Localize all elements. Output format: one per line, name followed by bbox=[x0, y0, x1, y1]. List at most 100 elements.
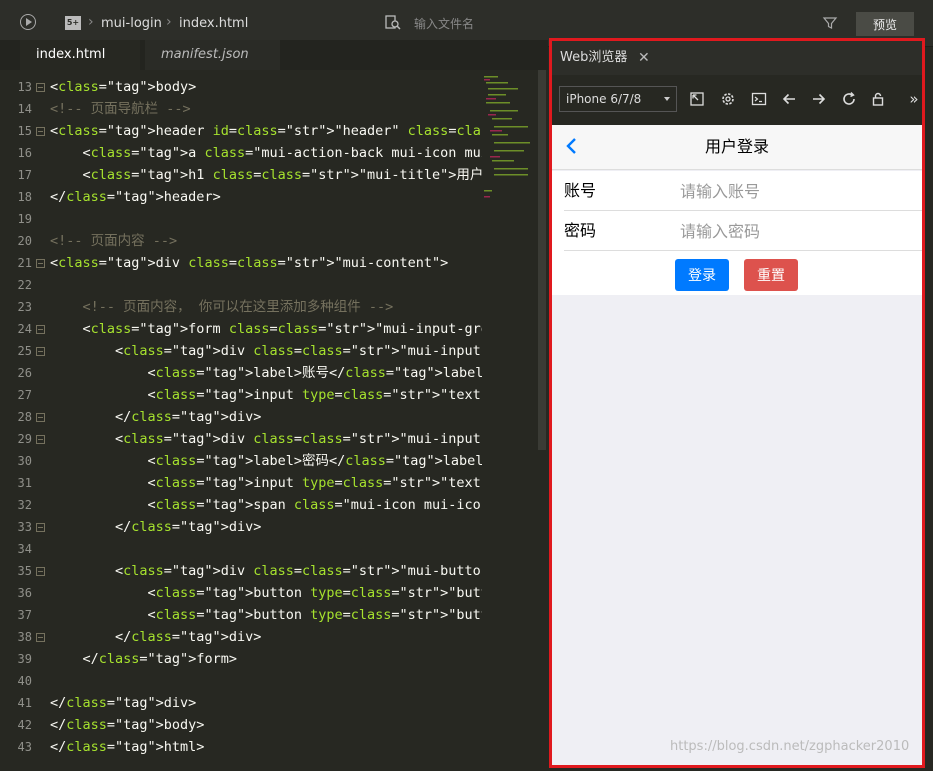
password-label: 密码 bbox=[564, 221, 597, 240]
device-select-value: iPhone 6/7/8 bbox=[566, 92, 642, 106]
line-number: 40 bbox=[17, 674, 32, 688]
fold-toggle-icon[interactable] bbox=[36, 435, 45, 444]
code-line[interactable]: </class="tag">div> bbox=[50, 692, 196, 714]
line-number: 26 bbox=[17, 366, 32, 380]
line-number: 19 bbox=[17, 212, 32, 226]
code-line[interactable]: <class="tag">form class=class="str">"mui… bbox=[50, 318, 483, 340]
fold-toggle-icon[interactable] bbox=[36, 633, 45, 642]
file-search-input[interactable] bbox=[412, 12, 796, 36]
code-line[interactable]: <class="tag">label>账号</class="tag">label… bbox=[50, 362, 482, 384]
code-line[interactable]: <class="tag">div class=class="str">"mui-… bbox=[50, 428, 482, 450]
code-line[interactable]: <class="tag">button type=class="str">"bu… bbox=[50, 582, 482, 604]
back-arrow-icon[interactable] bbox=[781, 91, 797, 107]
fold-toggle-icon[interactable] bbox=[36, 523, 45, 532]
line-number: 39 bbox=[17, 652, 32, 666]
code-line[interactable]: </class="tag">form> bbox=[50, 648, 237, 670]
breadcrumb-file[interactable]: index.html bbox=[179, 16, 248, 31]
fold-toggle-icon[interactable] bbox=[36, 347, 45, 356]
more-icon[interactable]: » bbox=[908, 91, 920, 107]
reset-button[interactable]: 重置 bbox=[744, 259, 798, 291]
search-icon[interactable] bbox=[385, 15, 401, 31]
mobile-page: 用户登录 账号 密码 登录 重置 https://blog.csdn.net/z… bbox=[552, 125, 922, 765]
code-line[interactable]: <class="tag">header id=class="str">"head… bbox=[50, 120, 482, 142]
console-icon[interactable] bbox=[751, 91, 767, 107]
code-line[interactable]: <class="tag">div class=class="str">"mui-… bbox=[50, 340, 482, 362]
code-line[interactable]: </class="tag">div> bbox=[50, 406, 261, 428]
login-form: 账号 密码 登录 重置 bbox=[552, 171, 922, 295]
code-line[interactable]: <class="tag">input type=class="str">"tex… bbox=[50, 384, 482, 406]
line-number: 29 bbox=[17, 432, 32, 446]
line-number-gutter: 13 14 15 16 17 18 19 20 21 22 23 24 25 26 27 28 29 30 31 32… bbox=[0, 70, 48, 771]
fold-toggle-icon[interactable] bbox=[36, 413, 45, 422]
tab-web-browser[interactable]: Web浏览器 ✕ bbox=[552, 41, 660, 75]
password-input[interactable] bbox=[670, 215, 910, 247]
lock-icon[interactable] bbox=[870, 91, 886, 107]
code-line[interactable]: <class="tag">button type=class="str">"bu… bbox=[50, 604, 482, 626]
line-number: 27 bbox=[17, 388, 32, 402]
screen-rotate-icon[interactable] bbox=[689, 91, 705, 107]
login-button[interactable]: 登录 bbox=[675, 259, 729, 291]
code-line[interactable]: <!-- 页面内容 --> bbox=[50, 230, 177, 252]
fold-toggle-icon[interactable] bbox=[36, 567, 45, 576]
line-number: 34 bbox=[17, 542, 32, 556]
device-select[interactable]: iPhone 6/7/8 bbox=[559, 86, 677, 112]
forward-arrow-icon[interactable] bbox=[811, 91, 827, 107]
code-line[interactable]: <class="tag">label>密码</class="tag">label… bbox=[50, 450, 482, 472]
code-line[interactable]: </class="tag">html> bbox=[50, 736, 204, 758]
account-label: 账号 bbox=[564, 181, 597, 200]
line-number: 24 bbox=[17, 322, 32, 336]
line-number: 23 bbox=[17, 300, 32, 314]
line-number: 35 bbox=[17, 564, 32, 578]
account-input[interactable] bbox=[670, 175, 910, 207]
tab-index-html[interactable]: index.html bbox=[20, 40, 140, 70]
fold-toggle-icon[interactable] bbox=[36, 83, 45, 92]
line-number: 14 bbox=[17, 102, 32, 116]
code-line[interactable]: <class="tag">div class=class="str">"mui-… bbox=[50, 560, 482, 582]
password-row: 密码 bbox=[552, 211, 922, 251]
breadcrumb-project[interactable]: mui-login bbox=[101, 16, 162, 31]
code-line[interactable]: </class="tag">div> bbox=[50, 516, 261, 538]
close-icon[interactable]: ✕ bbox=[638, 41, 650, 75]
refresh-icon[interactable] bbox=[841, 91, 857, 107]
tab-manifest-json[interactable]: manifest.json bbox=[145, 40, 280, 70]
browser-toolbar: iPhone 6/7/8 » bbox=[552, 75, 922, 125]
code-line[interactable]: <!-- 页面导航栏 --> bbox=[50, 98, 191, 120]
code-line[interactable]: <class="tag">a class="mui-action-back mu… bbox=[50, 142, 483, 164]
fold-toggle-icon[interactable] bbox=[36, 325, 45, 334]
line-number: 22 bbox=[17, 278, 32, 292]
line-number: 37 bbox=[17, 608, 32, 622]
line-number: 31 bbox=[17, 476, 32, 490]
page-title: 用户登录 bbox=[704, 137, 769, 156]
code-editor[interactable]: 13 14 15 16 17 18 19 20 21 22 23 24 25 26 27 28 29 30 31 32… bbox=[0, 70, 548, 771]
preview-button[interactable]: 预览 bbox=[856, 12, 914, 36]
code-line[interactable]: <class="tag">h1 class=class="str">"mui-t… bbox=[50, 164, 483, 186]
filter-icon[interactable] bbox=[822, 15, 838, 31]
code-line[interactable]: <class="tag">span class="mui-icon mui-ic… bbox=[50, 494, 482, 516]
code-line[interactable]: <class="tag">input type=class="str">"tex… bbox=[50, 472, 482, 494]
line-number: 16 bbox=[17, 146, 32, 160]
code-line[interactable]: <class="tag">div class=class="str">"mui-… bbox=[50, 252, 448, 274]
project-icon: 5+ bbox=[65, 16, 81, 30]
code-line[interactable]: <!-- 页面内容， 你可以在这里添加多种组件 --> bbox=[50, 296, 394, 318]
line-number: 15 bbox=[17, 124, 32, 138]
run-icon[interactable] bbox=[20, 14, 36, 30]
mui-header-bar: 用户登录 bbox=[552, 125, 922, 170]
line-number: 30 bbox=[17, 454, 32, 468]
line-number: 41 bbox=[17, 696, 32, 710]
code-line[interactable]: </class="tag">header> bbox=[50, 186, 221, 208]
minimap[interactable] bbox=[482, 70, 538, 771]
line-number: 20 bbox=[17, 234, 32, 248]
fold-toggle-icon[interactable] bbox=[36, 127, 45, 136]
code-line[interactable]: </class="tag">div> bbox=[50, 626, 261, 648]
line-number: 38 bbox=[17, 630, 32, 644]
tab-web-browser-label: Web浏览器 bbox=[560, 50, 628, 65]
code-line[interactable]: </class="tag">body> bbox=[50, 714, 204, 736]
fold-toggle-icon[interactable] bbox=[36, 259, 45, 268]
line-number: 18 bbox=[17, 190, 32, 204]
editor-scrollbar[interactable] bbox=[538, 70, 546, 450]
settings-icon[interactable] bbox=[720, 91, 736, 107]
code-line[interactable]: <class="tag">body> bbox=[50, 76, 196, 98]
line-number: 21 bbox=[17, 256, 32, 270]
code-area[interactable]: <class="tag">body> <!-- 页面导航栏 --> <class="… bbox=[50, 76, 482, 766]
web-browser-panel: Web浏览器 ✕ iPhone 6/7/8 » 用户登录 账号 密码 bbox=[549, 38, 925, 768]
